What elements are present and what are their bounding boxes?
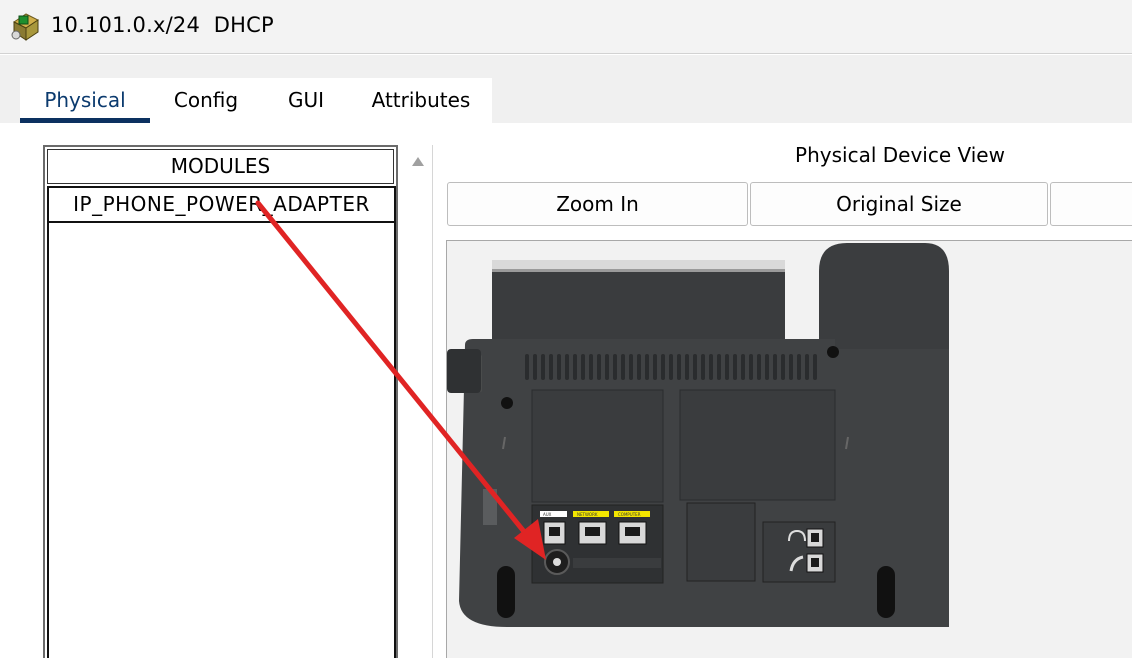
svg-text:COMPUTER: COMPUTER	[618, 512, 641, 517]
tab-config[interactable]: Config	[156, 78, 256, 123]
modules-list: MODULES IP_PHONE_POWER_ADAPTER	[43, 145, 398, 658]
original-size-button[interactable]: Original Size	[750, 182, 1048, 226]
modules-list-empty-area	[47, 223, 396, 658]
svg-text:AUX: AUX	[543, 512, 552, 517]
device-view-canvas: AUX NETWORK COMPUTER	[446, 240, 1132, 658]
svg-text:NETWORK: NETWORK	[577, 512, 598, 517]
zoom-in-button[interactable]: Zoom In	[447, 182, 748, 226]
physical-tab-content: MODULES IP_PHONE_POWER_ADAPTER Physical …	[0, 123, 1132, 658]
window-title: 10.101.0.x/24 DHCP	[51, 13, 274, 37]
zoom-out-button[interactable]	[1050, 182, 1132, 226]
tab-physical[interactable]: Physical	[20, 78, 150, 123]
modules-header: MODULES	[47, 149, 394, 184]
window-titlebar: 10.101.0.x/24 DHCP	[0, 0, 1132, 54]
main-window: Physical Config GUI Attributes MODULES I…	[0, 55, 1132, 658]
tab-gui[interactable]: GUI	[268, 78, 344, 123]
module-item-ip-phone-power-adapter[interactable]: IP_PHONE_POWER_ADAPTER	[47, 186, 396, 223]
modules-scrollbar[interactable]	[403, 145, 433, 658]
tab-attributes[interactable]: Attributes	[360, 78, 482, 123]
power-adapter-port[interactable]	[544, 549, 570, 575]
tab-strip: Physical Config GUI Attributes	[20, 78, 492, 124]
physical-device-view-title: Physical Device View	[795, 143, 1005, 167]
ip-phone-rear-view: AUX NETWORK COMPUTER	[447, 243, 949, 627]
scroll-up-arrow-icon[interactable]	[412, 157, 424, 166]
router-device-icon	[11, 13, 39, 41]
